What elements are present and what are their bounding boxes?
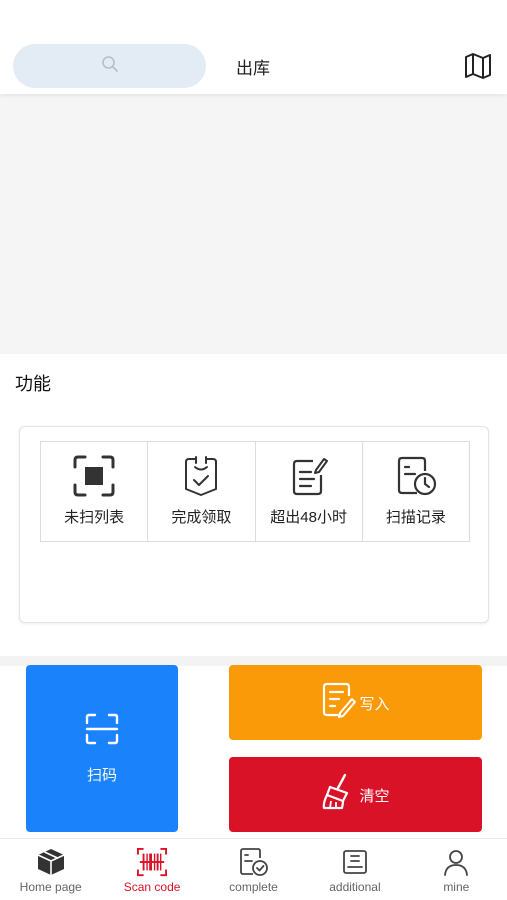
header: 出库	[0, 0, 507, 94]
user-icon	[441, 847, 471, 877]
feature-label: 超出48小时	[270, 509, 347, 526]
write-button[interactable]: 写入	[229, 665, 482, 740]
scan-frame-icon	[85, 713, 119, 750]
scan-code-label: 扫码	[86, 766, 117, 784]
map-icon[interactable]	[463, 52, 493, 80]
tab-home-page[interactable]: Home page	[0, 839, 101, 900]
tab-label: complete	[229, 880, 278, 894]
feature-over-48-hours[interactable]: 超出48小时	[256, 442, 363, 541]
tab-label: mine	[443, 880, 470, 894]
edit-doc-icon	[287, 454, 331, 498]
search-bar[interactable]	[13, 44, 206, 88]
feature-label: 扫描记录	[385, 509, 446, 526]
banner-area	[0, 94, 507, 354]
broom-icon	[321, 773, 357, 816]
feature-complete-pickup[interactable]: 完成领取	[148, 442, 256, 541]
tab-label: Scan code	[123, 880, 181, 894]
bottom-tab-bar: Home page Scan code complete additional …	[0, 838, 507, 900]
feature-label: 未扫列表	[64, 509, 125, 526]
scan-code-button[interactable]: 扫码	[26, 665, 178, 832]
feature-unscanned-list[interactable]: 未扫列表	[41, 442, 149, 541]
search-icon	[101, 55, 119, 78]
feature-scan-history[interactable]: 扫描记录	[363, 442, 469, 541]
clear-label: 清空	[359, 788, 390, 805]
check-badge-icon	[179, 454, 223, 498]
section-title: 功能	[15, 374, 51, 394]
page-title: 出库	[236, 59, 270, 78]
feature-card: 未扫列表 完成领取 超出48小时 扫描记录	[19, 426, 489, 623]
feature-label: 完成领取	[171, 509, 232, 526]
tab-mine[interactable]: mine	[406, 839, 507, 900]
write-label: 写入	[359, 696, 390, 713]
list-icon	[340, 847, 370, 877]
box-icon	[36, 847, 66, 877]
tab-label: additional	[329, 880, 381, 894]
tab-complete[interactable]: complete	[203, 839, 304, 900]
clear-button[interactable]: 清空	[229, 757, 482, 832]
doc-check-icon	[239, 847, 269, 877]
history-doc-icon	[394, 454, 438, 498]
scan-square-icon	[72, 454, 116, 498]
tab-scan-code[interactable]: Scan code	[101, 839, 202, 900]
barcode-icon	[137, 847, 168, 877]
tab-label: Home page	[19, 880, 82, 894]
feature-grid: 未扫列表 完成领取 超出48小时 扫描记录	[40, 441, 470, 542]
tab-additional[interactable]: additional	[304, 839, 405, 900]
write-doc-icon	[321, 681, 357, 724]
